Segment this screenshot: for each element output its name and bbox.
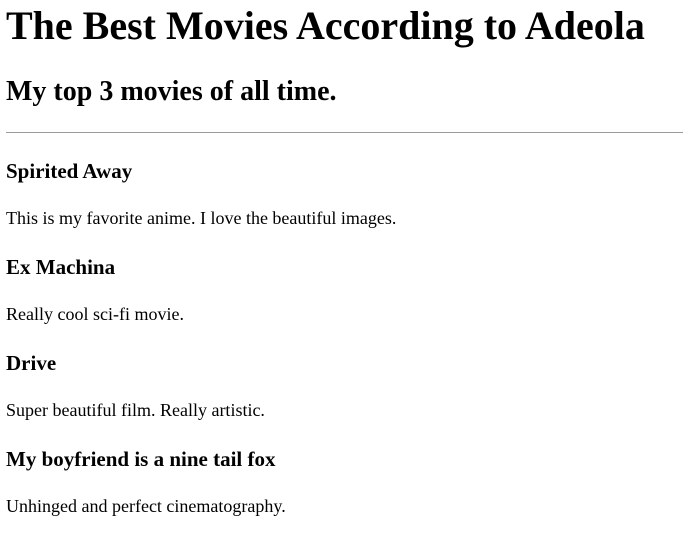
movie-description: Really cool sci-fi movie. <box>6 304 184 324</box>
movie-title: Drive <box>6 351 57 375</box>
movie-title: My boyfriend is a nine tail fox <box>6 447 276 471</box>
movie-title: Spirited Away <box>6 159 133 183</box>
divider <box>6 132 683 133</box>
movie-title: Ex Machina <box>6 255 116 279</box>
movie-description: This is my favorite anime. I love the be… <box>6 208 397 228</box>
movie-description: Super beautiful film. Really artistic. <box>6 400 265 420</box>
page-subtitle: My top 3 movies of all time. <box>6 76 337 107</box>
movie-item-spirited-away: Spirited Away This is my favorite anime.… <box>6 160 683 228</box>
movie-item-drive: Drive Super beautiful film. Really artis… <box>6 352 683 420</box>
page-title: The Best Movies According to Adeola <box>6 3 645 48</box>
movie-description: Unhinged and perfect cinematography. <box>6 496 286 516</box>
movie-item-ex-machina: Ex Machina Really cool sci-fi movie. <box>6 256 683 324</box>
page: The Best Movies According to Adeola My t… <box>0 0 683 560</box>
movie-item-nine-tail-fox: My boyfriend is a nine tail fox Unhinged… <box>6 448 683 516</box>
